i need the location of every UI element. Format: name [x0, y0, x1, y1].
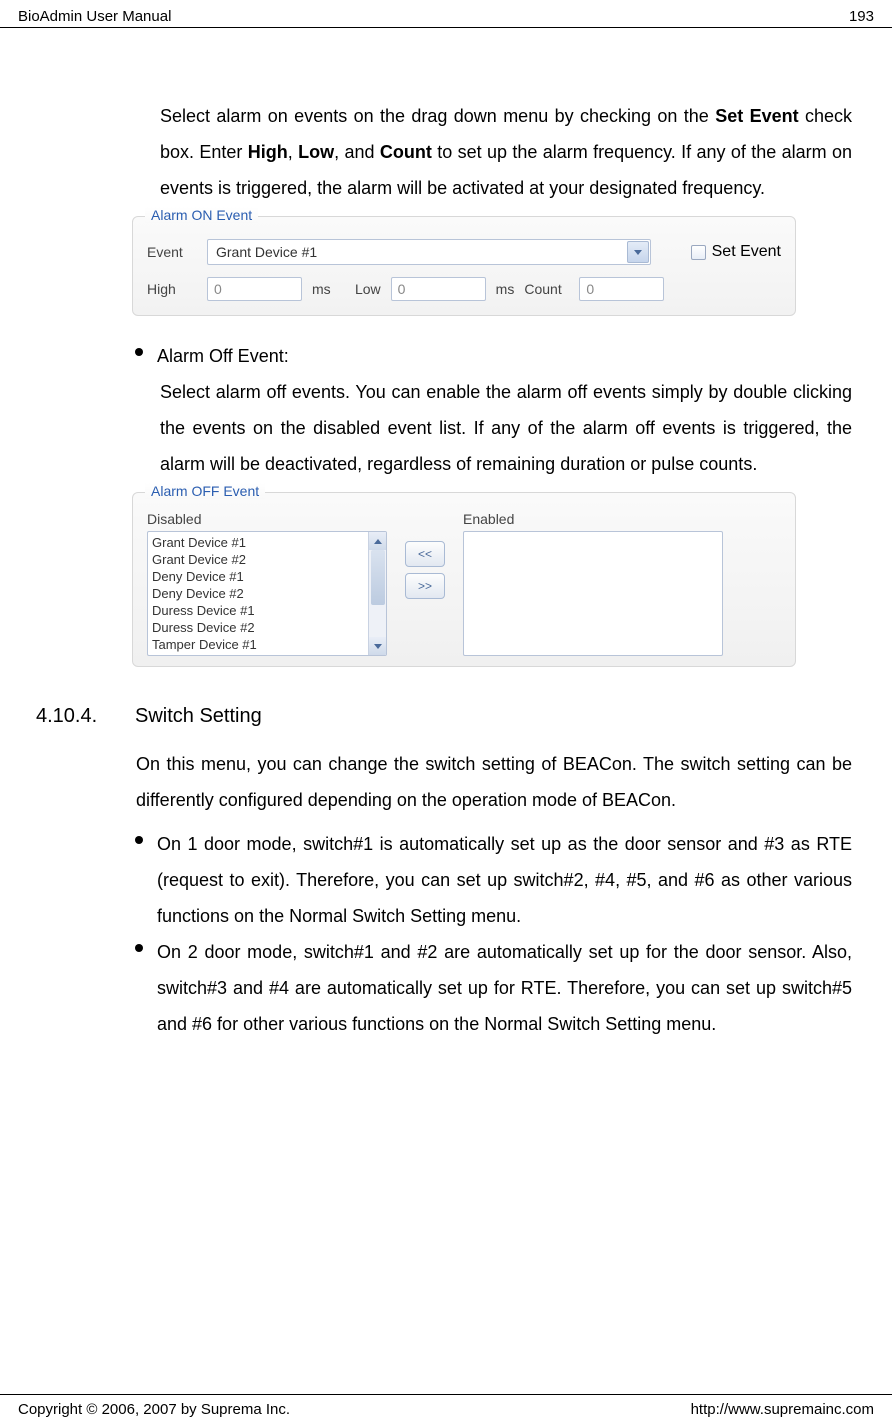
switch-bullet-1: On 1 door mode, switch#1 is automaticall… [135, 826, 852, 934]
count-input[interactable]: 0 [579, 277, 664, 301]
page-content: Select alarm on events on the drag down … [0, 98, 892, 1042]
frequency-row: High 0 ms Low 0 ms Count 0 [147, 277, 781, 301]
bullet-icon [135, 944, 143, 952]
list-item[interactable]: Deny Device #1 [152, 568, 382, 585]
section-heading: 4.10.4. Switch Setting [30, 705, 862, 728]
enabled-header: Enabled [463, 511, 723, 527]
chevron-down-icon [634, 250, 642, 255]
low-input[interactable]: 0 [391, 277, 486, 301]
event-row: Event Grant Device #1 Set Event [147, 239, 781, 265]
alarm-off-event-panel: Alarm OFF Event Disabled Grant Device #1… [132, 492, 796, 667]
list-item[interactable]: Duress Device #2 [152, 619, 382, 636]
header-title: BioAdmin User Manual [18, 8, 171, 25]
footer-copyright: Copyright © 2006, 2007 by Suprema Inc. [18, 1401, 290, 1418]
scroll-up-button[interactable] [369, 532, 387, 550]
disabled-column: Disabled Grant Device #1 Grant Device #2… [147, 511, 387, 656]
list-item[interactable]: Tamper Device #1 [152, 636, 382, 653]
page-header: BioAdmin User Manual 193 [0, 0, 892, 28]
section-title: Switch Setting [135, 705, 262, 728]
disabled-listbox[interactable]: Grant Device #1 Grant Device #2 Deny Dev… [147, 531, 387, 656]
header-page-number: 193 [849, 8, 874, 25]
high-label: High [147, 281, 197, 297]
event-label: Event [147, 244, 197, 260]
alarm-off-title: Alarm Off Event: [157, 338, 852, 374]
list-item[interactable]: Grant Device #1 [152, 534, 382, 551]
transfer-buttons: << >> [405, 541, 445, 599]
high-input[interactable]: 0 [207, 277, 302, 301]
dropdown-arrow-button[interactable] [627, 241, 649, 263]
enabled-listbox[interactable] [463, 531, 723, 656]
scroll-thumb[interactable] [371, 550, 385, 605]
event-dropdown-value: Grant Device #1 [216, 244, 317, 260]
switch-bullet-2-text: On 2 door mode, switch#1 and #2 are auto… [157, 934, 852, 1042]
chevron-down-icon [374, 644, 382, 649]
switch-bullet-2: On 2 door mode, switch#1 and #2 are auto… [135, 934, 852, 1042]
move-left-button[interactable]: << [405, 541, 445, 567]
high-unit: ms [312, 281, 331, 297]
event-dropdown[interactable]: Grant Device #1 [207, 239, 651, 265]
low-unit: ms [496, 281, 515, 297]
move-right-button[interactable]: >> [405, 573, 445, 599]
bullet-icon [135, 348, 143, 356]
list-item[interactable]: Deny Device #2 [152, 585, 382, 602]
set-event-checkbox[interactable] [691, 245, 706, 260]
section-number: 4.10.4. [30, 705, 135, 728]
set-event-label: Set Event [712, 243, 781, 261]
footer-url: http://www.supremainc.com [691, 1401, 874, 1418]
alarm-off-body: Select alarm off events. You can enable … [160, 374, 852, 482]
list-item[interactable]: Duress Device #1 [152, 602, 382, 619]
count-label: Count [524, 281, 569, 297]
alarm-off-legend: Alarm OFF Event [145, 483, 265, 499]
intro-paragraph: Select alarm on events on the drag down … [160, 98, 852, 206]
list-item[interactable]: Grant Device #2 [152, 551, 382, 568]
scroll-down-button[interactable] [369, 637, 387, 655]
bullet-icon [135, 836, 143, 844]
scrollbar[interactable] [368, 532, 386, 655]
alarm-on-legend: Alarm ON Event [145, 207, 258, 223]
page-footer: Copyright © 2006, 2007 by Suprema Inc. h… [0, 1394, 892, 1418]
set-event-checkbox-group[interactable]: Set Event [691, 243, 781, 261]
low-label: Low [341, 281, 381, 297]
alarm-on-event-panel: Alarm ON Event Event Grant Device #1 Set… [132, 216, 796, 316]
chevron-up-icon [374, 539, 382, 544]
switch-bullet-1-text: On 1 door mode, switch#1 is automaticall… [157, 826, 852, 934]
enabled-column: Enabled [463, 511, 723, 656]
alarm-off-bullet: Alarm Off Event: [135, 338, 852, 374]
section-paragraph: On this menu, you can change the switch … [136, 746, 852, 818]
disabled-header: Disabled [147, 511, 387, 527]
